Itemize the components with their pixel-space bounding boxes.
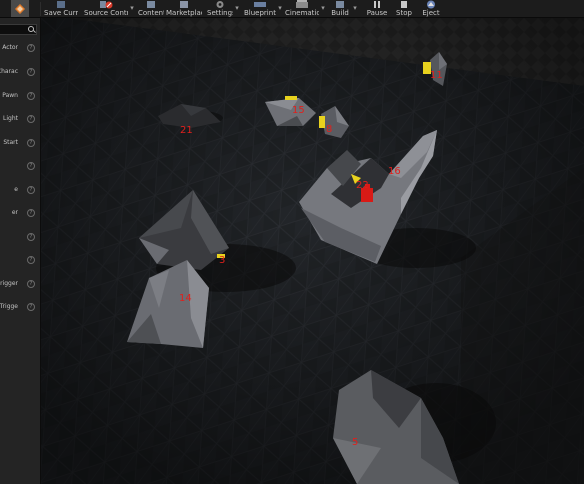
list-item-pawn[interactable]: Pawn ? — [0, 89, 40, 103]
blueprints-dropdown-icon[interactable]: ▾ — [277, 4, 283, 12]
list-item-6[interactable]: ? — [0, 159, 40, 173]
main-toolbar: Save Current Source Control ▾ Content Ma… — [0, 0, 584, 18]
marketplace-button[interactable]: Marketplace — [166, 0, 202, 17]
object-label[interactable]: 5 — [352, 438, 358, 448]
help-icon[interactable]: ? — [27, 162, 35, 170]
scene-render — [41, 18, 584, 484]
object-label[interactable]: 21 — [180, 126, 193, 136]
level-viewport[interactable]: 21 15 8 11 16 22 3 14 5 — [41, 18, 584, 484]
help-icon[interactable]: ? — [27, 233, 35, 241]
list-item-actor[interactable]: Actor ? — [0, 41, 40, 55]
list-item-trigger[interactable]: rigger ? — [0, 277, 40, 291]
object-label[interactable]: 16 — [388, 167, 401, 177]
object-label[interactable]: 11 — [430, 71, 443, 81]
list-item-10[interactable]: ? — [0, 253, 40, 267]
toolbar-separator — [40, 2, 41, 16]
list-item-8[interactable]: er ? — [0, 206, 40, 220]
object-label[interactable]: 22 — [356, 181, 369, 191]
gear-icon — [216, 1, 224, 8]
search-input[interactable] — [0, 24, 37, 35]
cinematics-icon — [296, 0, 308, 8]
app-logo-icon[interactable] — [8, 0, 32, 17]
cinematics-button[interactable]: Cinematics — [285, 0, 319, 17]
help-icon[interactable]: ? — [27, 92, 35, 100]
eject-button[interactable]: Eject — [419, 0, 443, 17]
object-label[interactable]: 8 — [326, 125, 332, 135]
help-icon[interactable]: ? — [27, 256, 35, 264]
list-item-player-start[interactable]: Start ? — [0, 136, 40, 150]
settings-dropdown-icon[interactable]: ▾ — [234, 4, 240, 12]
source-control-button[interactable]: Source Control — [84, 0, 128, 17]
object-label[interactable]: 14 — [179, 294, 192, 304]
blueprints-icon — [254, 2, 266, 7]
list-item-character[interactable]: Charac ? — [0, 65, 40, 79]
blueprints-button[interactable]: Blueprints — [244, 0, 276, 17]
build-dropdown-icon[interactable]: ▾ — [352, 4, 358, 12]
source-control-icon — [100, 1, 113, 9]
help-icon[interactable]: ? — [27, 68, 35, 76]
search-icon — [28, 26, 34, 32]
help-icon[interactable]: ? — [27, 115, 35, 123]
marketplace-icon — [180, 1, 188, 8]
place-actors-panel: Actor ? Charac ? Pawn ? Light ? Start ? … — [0, 18, 41, 484]
help-icon[interactable]: ? — [27, 186, 35, 194]
settings-button[interactable]: Settings — [207, 0, 233, 17]
list-item-light[interactable]: Light ? — [0, 112, 40, 126]
list-item-9[interactable]: ? — [0, 230, 40, 244]
object-label[interactable]: 3 — [219, 256, 225, 266]
content-icon — [147, 1, 155, 8]
help-icon[interactable]: ? — [27, 280, 35, 288]
cinematics-dropdown-icon[interactable]: ▾ — [320, 4, 326, 12]
stop-icon — [401, 1, 407, 8]
pause-icon — [374, 1, 380, 8]
source-control-dropdown-icon[interactable]: ▾ — [129, 4, 135, 12]
build-button[interactable]: Build — [329, 0, 351, 17]
list-item-shape-trigger[interactable]: e Trigge ? — [0, 300, 40, 314]
help-icon[interactable]: ? — [27, 139, 35, 147]
content-button[interactable]: Content — [138, 0, 164, 17]
eject-icon — [427, 0, 435, 9]
list-item-7[interactable]: e ? — [0, 183, 40, 197]
help-icon[interactable]: ? — [27, 44, 35, 52]
help-icon[interactable]: ? — [27, 303, 35, 311]
help-icon[interactable]: ? — [27, 209, 35, 217]
save-current-button[interactable]: Save Current — [44, 0, 78, 17]
object-label[interactable]: 15 — [292, 106, 305, 116]
stop-button[interactable]: Stop — [393, 0, 415, 17]
build-icon — [336, 1, 344, 8]
pause-button[interactable]: Pause — [364, 0, 390, 17]
save-icon — [57, 1, 65, 8]
